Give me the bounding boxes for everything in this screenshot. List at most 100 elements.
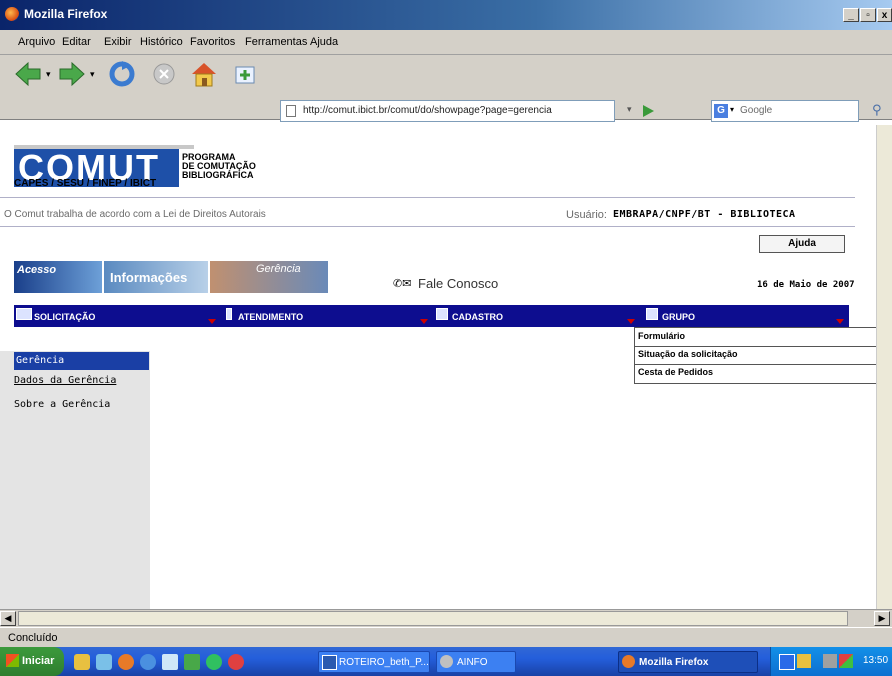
horizontal-scrollbar[interactable]: ◀ ▶ xyxy=(0,609,892,627)
new-tab-icon[interactable] xyxy=(234,63,258,85)
nav-solicitacao[interactable]: SOLICITAÇÃO xyxy=(14,305,224,327)
window-title: Mozilla Firefox xyxy=(24,7,108,21)
form-icon xyxy=(646,308,658,320)
taskbar-button-firefox[interactable]: Mozilla Firefox xyxy=(618,651,758,673)
navigation-toolbar: ▾ ▾ http://comut.ibict.br/comut/do/showp… xyxy=(0,55,892,122)
scroll-left-arrow-icon[interactable]: ◀ xyxy=(0,611,16,626)
sidebar-item-dados[interactable]: Dados da Gerência xyxy=(14,375,116,386)
quick-launch-icon[interactable] xyxy=(228,654,244,670)
search-input[interactable]: G ▾ Google xyxy=(711,100,859,122)
tab-informacoes[interactable]: Informações xyxy=(104,261,208,293)
menu-editar[interactable]: Editar xyxy=(62,36,91,48)
current-date: 16 de Maio de 2007 xyxy=(757,280,855,290)
menu-favoritos[interactable]: Favoritos xyxy=(190,36,235,48)
quick-launch-icon[interactable] xyxy=(140,654,156,670)
maximize-button[interactable]: ▫ xyxy=(860,8,876,22)
stop-icon[interactable] xyxy=(152,62,176,86)
quick-launch-icon[interactable] xyxy=(162,654,178,670)
minimize-button[interactable]: _ xyxy=(843,8,859,22)
logo-subtitle: CAPES / SESU / FINEP / IBICT xyxy=(14,178,157,189)
menu-ajuda[interactable]: Ajuda xyxy=(310,36,338,48)
user-value: EMBRAPA/CNPF/BT - BIBLIOTECA xyxy=(613,209,796,220)
sidebar-item-gerencia-label: Gerência xyxy=(16,355,65,366)
nav-atendimento[interactable]: ATENDIMENTO xyxy=(224,305,434,327)
forward-dropdown-icon[interactable]: ▾ xyxy=(90,69,95,80)
menu-ferramentas[interactable]: Ferramentas xyxy=(245,36,307,48)
menu-historico[interactable]: Histórico xyxy=(140,36,183,48)
go-arrow-icon[interactable] xyxy=(640,103,656,119)
search-engine-dropdown-icon[interactable]: ▾ xyxy=(730,105,734,114)
address-bar[interactable]: http://comut.ibict.br/comut/do/showpage?… xyxy=(280,100,615,122)
tray-icon[interactable] xyxy=(823,654,837,668)
logo-program-text: PROGRAMA DE COMUTAÇÃO BIBLIOGRÁFICA xyxy=(182,153,256,180)
tab-gerencia[interactable]: Gerência xyxy=(210,261,328,293)
start-label: Iniciar xyxy=(22,655,55,667)
tab-acesso[interactable]: Acesso xyxy=(14,261,102,293)
quick-launch-icon[interactable] xyxy=(184,654,200,670)
sidebar-item-gerencia[interactable]: Gerência xyxy=(14,352,149,370)
nav-grupo-label: GRUPO xyxy=(662,312,696,322)
taskbar-button-roteiro[interactable]: ROTEIRO_beth_P... xyxy=(318,651,430,673)
menu-arquivo[interactable]: Arquivo xyxy=(18,36,55,48)
taskbar-button-ainfo[interactable]: AINFO xyxy=(436,651,516,673)
main-navigation-bar: SOLICITAÇÃO ATENDIMENTO CADASTRO GRUPO xyxy=(14,305,849,327)
list-icon xyxy=(16,308,32,320)
tray-icon[interactable] xyxy=(839,654,853,668)
window-title-bar[interactable]: Mozilla Firefox _ ▫ x xyxy=(0,0,892,30)
menu-bar: Arquivo Editar Exibir Histórico Favorito… xyxy=(0,30,892,55)
reload-icon[interactable] xyxy=(108,60,136,88)
windows-logo-icon xyxy=(6,654,19,667)
forward-arrow-icon[interactable] xyxy=(58,61,86,87)
system-tray: 13:50 xyxy=(770,647,892,676)
dropdown-item-situacao[interactable]: Situação da solicitação xyxy=(638,349,738,359)
quick-launch-bar xyxy=(74,653,302,671)
status-bar: Concluído xyxy=(0,627,892,648)
close-button[interactable]: x xyxy=(877,8,892,22)
dropdown-item-cesta[interactable]: Cesta de Pedidos xyxy=(638,367,713,377)
nav-grupo[interactable]: GRUPO xyxy=(644,305,849,327)
copyright-notice: O Comut trabalha de acordo com a Lei de … xyxy=(4,209,266,220)
clock: 13:50 xyxy=(863,655,889,666)
logo-program-line-3: BIBLIOGRÁFICA xyxy=(182,170,254,180)
tab-acesso-label: Acesso xyxy=(17,264,57,276)
page-content: COMUT PROGRAMA DE COMUTAÇÃO BIBLIOGRÁFIC… xyxy=(0,125,876,609)
home-icon[interactable] xyxy=(190,60,218,88)
dropdown-item-formulario[interactable]: Formulário xyxy=(638,331,685,341)
nav-cadastro-label: CADASTRO xyxy=(452,312,503,322)
sidebar xyxy=(0,351,150,609)
start-button[interactable]: Iniciar xyxy=(0,647,64,676)
back-arrow-icon[interactable] xyxy=(14,61,42,87)
quick-launch-icon[interactable] xyxy=(96,654,112,670)
nav-cadastro[interactable]: CADASTRO xyxy=(434,305,639,327)
quick-launch-icon[interactable] xyxy=(74,654,90,670)
chevron-down-icon xyxy=(627,319,635,324)
vertical-scrollbar[interactable] xyxy=(876,125,892,609)
chevron-down-icon xyxy=(836,319,844,324)
google-icon[interactable]: G xyxy=(714,104,728,118)
firefox-launch-icon[interactable] xyxy=(118,654,134,670)
nav-atendimento-label: ATENDIMENTO xyxy=(238,312,304,322)
sidebar-item-sobre[interactable]: Sobre a Gerência xyxy=(14,399,110,410)
history-dropdown-icon[interactable]: ▾ xyxy=(627,104,632,115)
help-button[interactable]: Ajuda xyxy=(759,235,845,253)
divider xyxy=(635,346,876,347)
quick-launch-icon[interactable] xyxy=(206,654,222,670)
chevron-down-icon xyxy=(208,319,216,324)
back-dropdown-icon[interactable]: ▾ xyxy=(46,69,51,80)
tray-icon[interactable] xyxy=(797,654,811,668)
contact-icon[interactable]: ✆✉ xyxy=(393,277,411,290)
divider xyxy=(635,364,876,365)
scroll-thumb[interactable] xyxy=(18,611,848,626)
status-text: Concluído xyxy=(8,632,58,644)
contact-link[interactable]: Fale Conosco xyxy=(418,276,498,291)
address-text: http://comut.ibict.br/comut/do/showpage?… xyxy=(303,105,552,116)
scroll-right-arrow-icon[interactable]: ▶ xyxy=(874,611,890,626)
menu-exibir[interactable]: Exibir xyxy=(104,36,132,48)
application-icon xyxy=(440,655,453,668)
tray-icon[interactable] xyxy=(779,654,795,670)
page-icon xyxy=(286,105,296,117)
search-icon[interactable]: ⚲ xyxy=(872,102,882,118)
word-document-icon xyxy=(322,655,337,670)
taskbar-button-ainfo-label: AINFO xyxy=(457,657,488,668)
tab-informacoes-label: Informações xyxy=(110,270,188,285)
